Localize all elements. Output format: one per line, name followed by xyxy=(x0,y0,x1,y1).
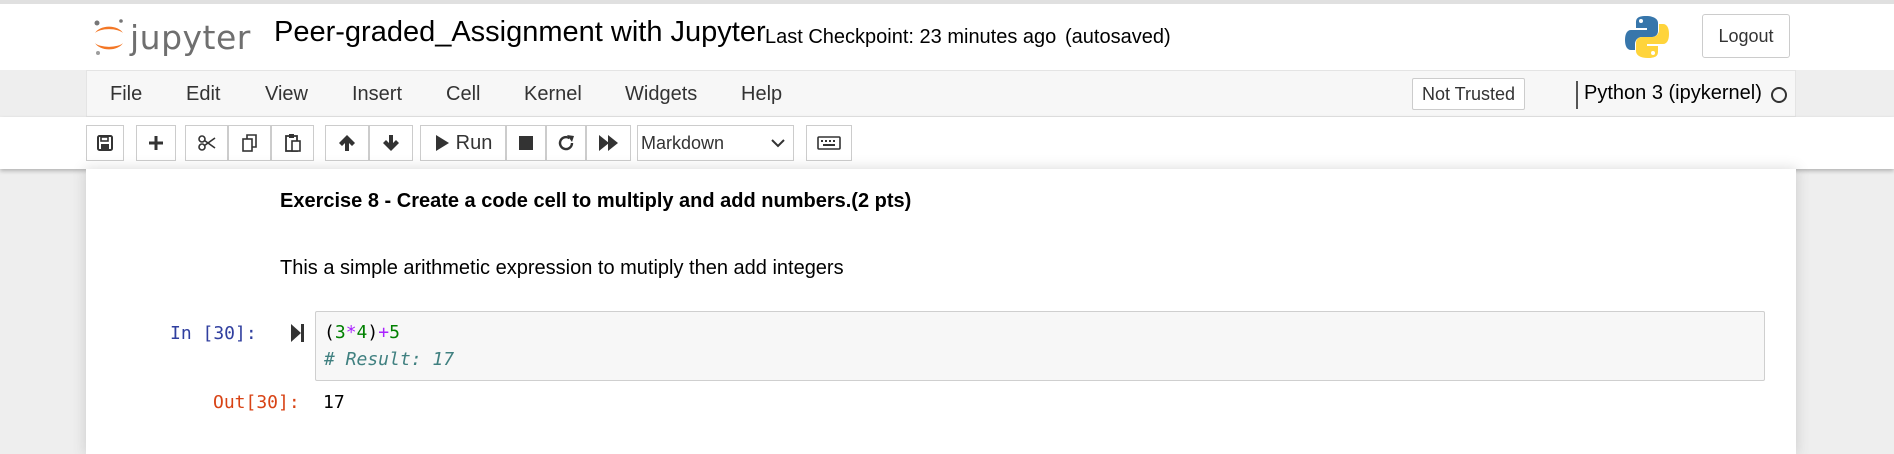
output-prompt: Out[30]: xyxy=(213,392,300,413)
paste-icon xyxy=(284,134,301,152)
paste-button[interactable] xyxy=(271,125,314,161)
cell-output: 17 xyxy=(323,392,345,413)
menu-widgets[interactable]: Widgets xyxy=(625,83,697,106)
code-token: ) xyxy=(367,322,379,343)
restart-icon xyxy=(558,135,574,151)
notebook-container: Exercise 8 - Create a code cell to multi… xyxy=(86,169,1796,454)
jupyter-logo-icon xyxy=(92,17,126,57)
stop-icon xyxy=(519,136,533,150)
arrow-down-icon xyxy=(383,135,399,151)
code-token: * xyxy=(345,322,357,343)
save-icon xyxy=(97,135,113,151)
cell-type-select[interactable]: Markdown xyxy=(637,125,794,161)
jupyter-logo[interactable]: jupyter xyxy=(92,14,251,60)
move-up-button[interactable] xyxy=(325,125,369,161)
run-label: Run xyxy=(455,131,493,154)
not-trusted-button[interactable]: Not Trusted xyxy=(1412,78,1526,110)
fast-forward-icon xyxy=(598,135,618,151)
kernel-idle-indicator-icon xyxy=(1771,87,1787,103)
cut-button[interactable] xyxy=(185,125,228,161)
menubar: File Edit View Insert Cell Kernel Widget… xyxy=(86,70,1796,117)
command-palette-button[interactable] xyxy=(806,125,852,161)
move-down-button[interactable] xyxy=(369,125,413,161)
kernel-name[interactable]: Python 3 (ipykernel) xyxy=(1584,82,1762,105)
autosave-status: (autosaved) xyxy=(1065,26,1171,48)
cell-type-value: Markdown xyxy=(641,132,725,153)
menu-file[interactable]: File xyxy=(110,83,142,106)
scissors-icon xyxy=(197,135,215,151)
plus-icon xyxy=(149,136,163,150)
menu-insert[interactable]: Insert xyxy=(352,83,402,106)
logout-button[interactable]: Logout xyxy=(1702,14,1790,58)
insert-cell-button[interactable] xyxy=(136,125,176,161)
menu-kernel[interactable]: Kernel xyxy=(524,83,582,106)
copy-button[interactable] xyxy=(228,125,271,161)
copy-icon xyxy=(241,134,257,152)
code-comment: # Result: 17 xyxy=(324,349,455,370)
chevron-down-icon xyxy=(771,139,785,148)
menu-help[interactable]: Help xyxy=(741,83,782,106)
run-cell-icon[interactable] xyxy=(290,323,306,348)
code-token: 3 xyxy=(334,322,346,343)
code-token: 4 xyxy=(356,322,368,343)
code-line: (3*4)+5 xyxy=(324,322,400,343)
menu-edit[interactable]: Edit xyxy=(186,83,220,106)
save-button[interactable] xyxy=(86,125,124,161)
menu-cell[interactable]: Cell xyxy=(446,83,480,106)
code-input-area[interactable]: (3*4)+5 # Result: 17 xyxy=(315,311,1765,381)
markdown-text[interactable]: This a simple arithmetic expression to m… xyxy=(280,257,844,280)
kernel-separator xyxy=(1576,81,1578,109)
code-token: 5 xyxy=(389,322,400,343)
header: jupyter Peer-graded_Assignment with Jupy… xyxy=(0,0,1894,70)
input-prompt: In [30]: xyxy=(170,323,257,344)
run-button[interactable]: Run xyxy=(420,125,506,161)
code-token: + xyxy=(378,322,390,343)
restart-run-all-button[interactable] xyxy=(586,125,631,161)
menu-view[interactable]: View xyxy=(265,83,308,106)
play-icon xyxy=(435,135,449,151)
keyboard-icon xyxy=(817,136,841,150)
checkpoint-status: Last Checkpoint: 23 minutes ago xyxy=(765,26,1057,48)
interrupt-button[interactable] xyxy=(506,125,546,161)
code-token: ( xyxy=(324,322,335,343)
python-logo-icon xyxy=(1624,14,1670,60)
restart-button[interactable] xyxy=(546,125,586,161)
logo-text: jupyter xyxy=(130,17,251,57)
markdown-heading[interactable]: Exercise 8 - Create a code cell to multi… xyxy=(280,190,911,213)
arrow-up-icon xyxy=(339,135,355,151)
notebook-title[interactable]: Peer-graded_Assignment with Jupyter xyxy=(274,16,766,49)
